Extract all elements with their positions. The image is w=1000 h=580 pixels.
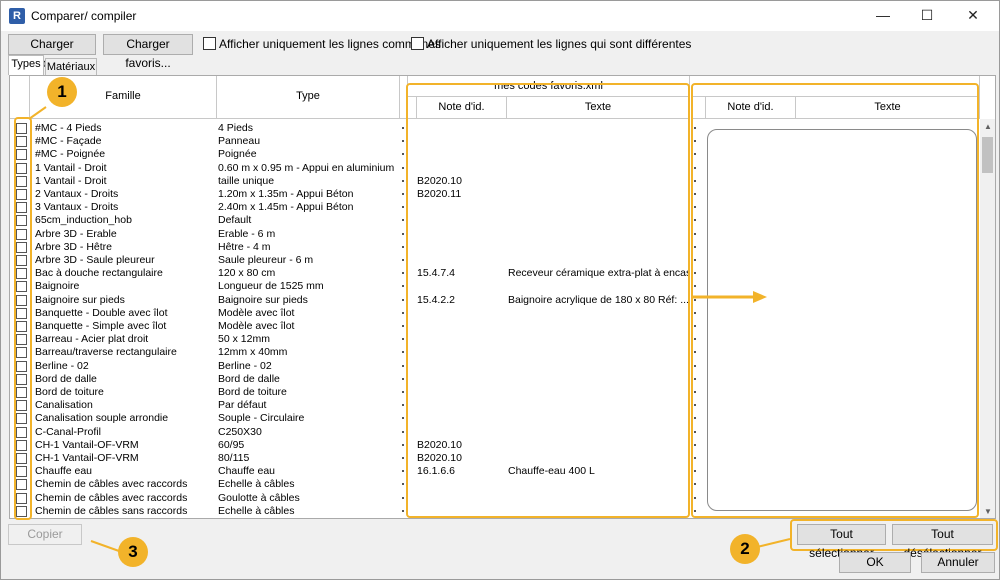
callout-leaders bbox=[28, 106, 791, 552]
copy-button[interactable]: Copier bbox=[8, 524, 82, 545]
callout-badge-2: 2 bbox=[730, 534, 760, 564]
callout-badge-1: 1 bbox=[47, 77, 77, 107]
callout-badge-3: 3 bbox=[118, 537, 148, 567]
compare-compile-dialog: R Comparer/ compiler — ☐ ✕ Charger proje… bbox=[0, 0, 1000, 580]
deselect-all-button[interactable]: Tout désélectionner bbox=[892, 524, 993, 560]
cancel-button[interactable]: Annuler bbox=[921, 552, 995, 573]
ok-button[interactable]: OK bbox=[839, 552, 911, 573]
select-all-button[interactable]: Tout sélectionner bbox=[797, 524, 886, 560]
